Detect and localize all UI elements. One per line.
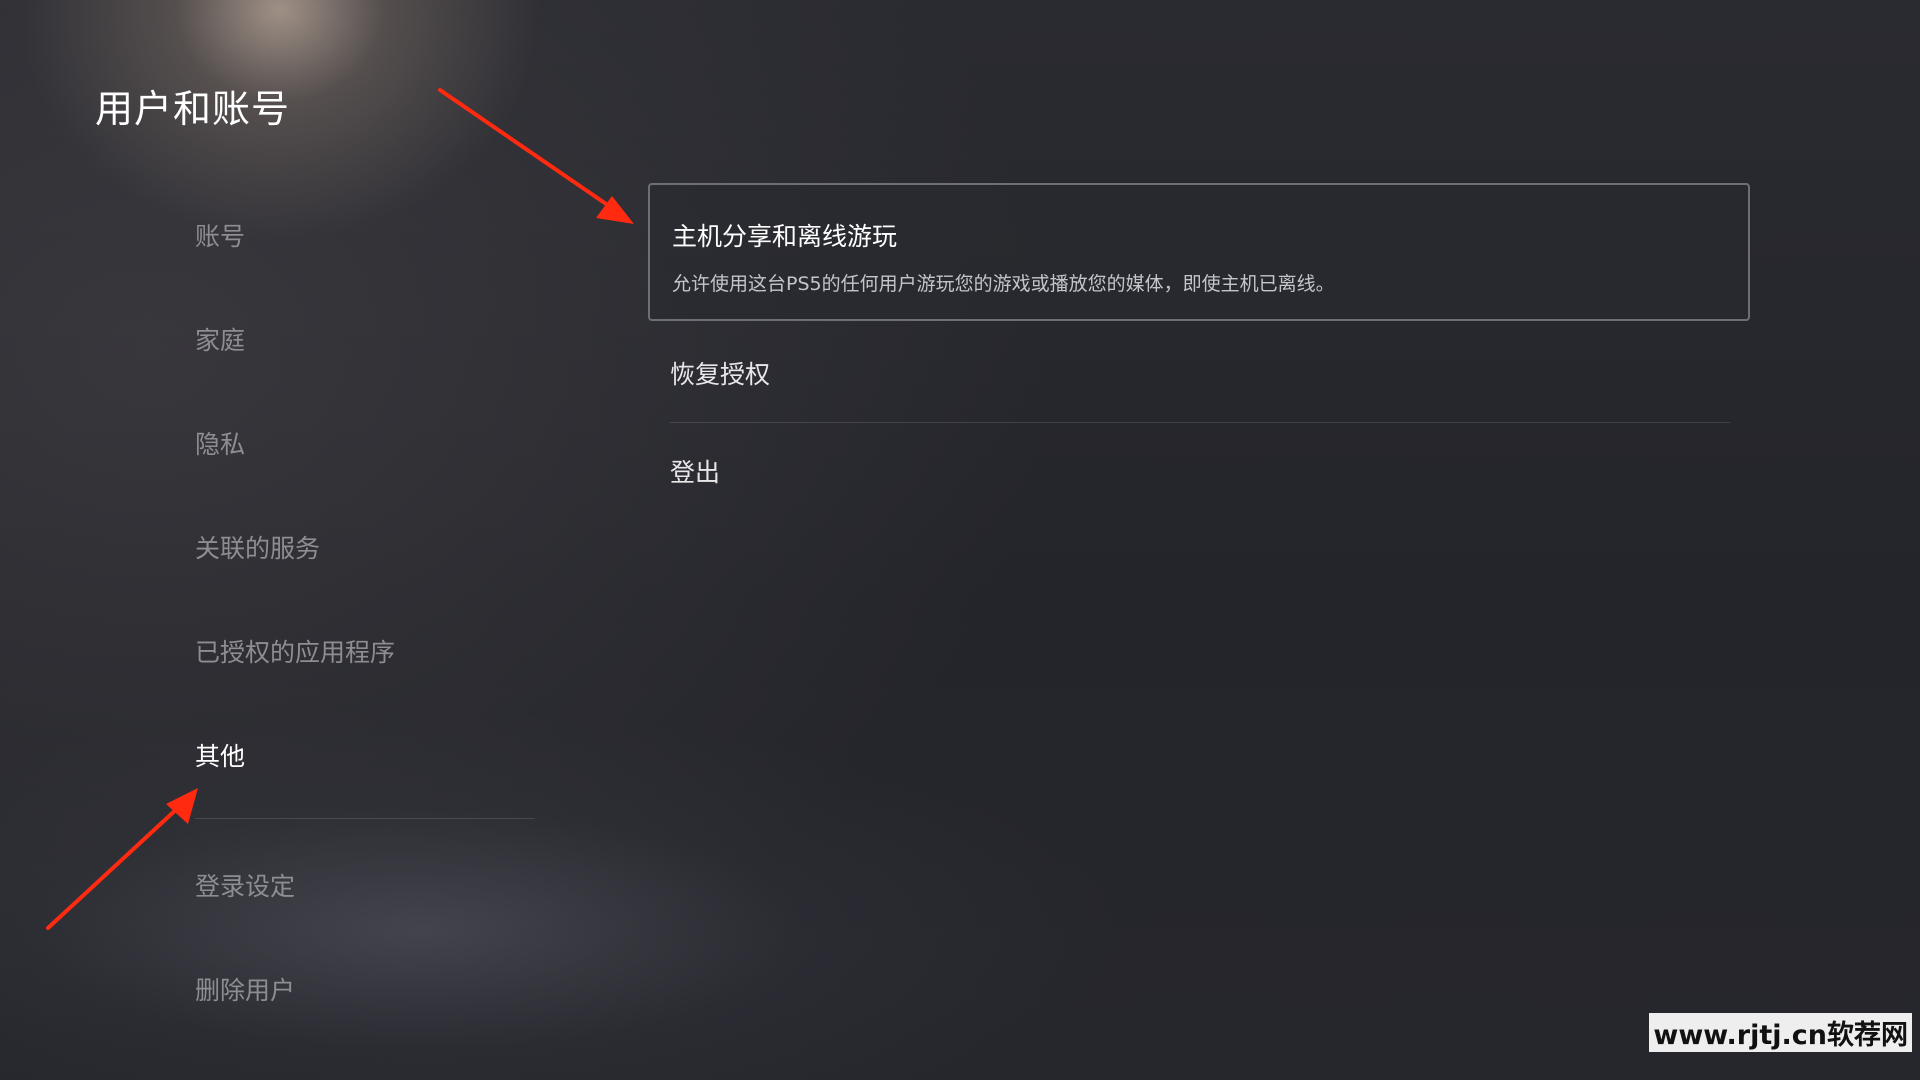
option-restore-licenses[interactable]: 恢复授权: [670, 355, 770, 391]
arrow-to-option-card: [438, 88, 634, 224]
option-title: 主机分享和离线游玩: [672, 222, 898, 251]
sidebar-item-account[interactable]: 账号: [195, 217, 245, 253]
watermark: www.rjtj.cn软荐网: [1649, 1013, 1912, 1052]
sidebar-item-authorized-apps[interactable]: 已授权的应用程序: [195, 633, 395, 669]
option-description: 允许使用这台PS5的任何用户游玩您的游戏或播放您的媒体，即使主机已离线。: [672, 273, 1335, 295]
option-console-sharing-offline-play[interactable]: 主机分享和离线游玩 允许使用这台PS5的任何用户游玩您的游戏或播放您的媒体，即使…: [648, 183, 1750, 321]
settings-screen: 用户和账号 账号 家庭 隐私 关联的服务 已授权的应用程序 其他 登录设定 删除…: [0, 0, 1920, 1080]
sidebar-item-delete-user[interactable]: 删除用户: [195, 971, 295, 1007]
sidebar-item-linked-services[interactable]: 关联的服务: [195, 529, 320, 565]
sidebar-divider: [195, 818, 535, 819]
sidebar-item-other[interactable]: 其他: [195, 737, 245, 773]
option-divider: [670, 422, 1730, 423]
page-title: 用户和账号: [95, 87, 291, 131]
sidebar-item-family[interactable]: 家庭: [195, 321, 245, 357]
sidebar-item-login-settings[interactable]: 登录设定: [195, 867, 295, 903]
arrow-to-other-item: [46, 788, 198, 930]
option-sign-out[interactable]: 登出: [670, 453, 720, 489]
sidebar-item-privacy[interactable]: 隐私: [195, 425, 245, 461]
